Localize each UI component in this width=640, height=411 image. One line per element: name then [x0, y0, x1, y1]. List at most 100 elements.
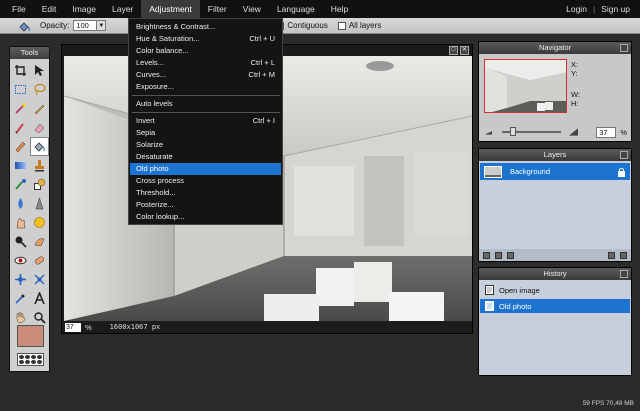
adjustment-menu: Brightness & Contrast... Hue & Saturatio…: [128, 18, 283, 225]
menu-item-label: Solarize: [136, 140, 164, 149]
move-tool-icon[interactable]: [30, 61, 49, 80]
paint-bucket-icon: [19, 21, 30, 32]
menu-filter[interactable]: Filter: [200, 0, 235, 18]
menu-item-old-photo[interactable]: Old photo: [130, 163, 281, 175]
blur-tool-icon[interactable]: [11, 194, 30, 213]
menu-item-label: Cross process: [136, 176, 184, 185]
menu-edit[interactable]: Edit: [34, 0, 65, 18]
menu-layer[interactable]: Layer: [104, 0, 141, 18]
panel-minimize-icon[interactable]: [620, 151, 628, 159]
opacity-input[interactable]: 100: [73, 20, 98, 31]
menu-item-exposure[interactable]: Exposure...: [130, 81, 281, 93]
zoom-in-icon[interactable]: [569, 128, 579, 136]
all-layers-label: All layers: [348, 21, 382, 30]
menu-adjustment[interactable]: Adjustment: [141, 0, 200, 18]
menu-file[interactable]: File: [4, 0, 34, 18]
pencil-tool-icon[interactable]: [30, 99, 49, 118]
menu-item-desaturate[interactable]: Desaturate: [130, 151, 281, 163]
delete-layer-icon[interactable]: [620, 251, 627, 259]
document-icon: [485, 285, 494, 295]
bloat-tool-icon[interactable]: [11, 270, 30, 289]
menu-image[interactable]: Image: [64, 0, 104, 18]
image-zoom-input[interactable]: 37: [65, 322, 81, 332]
menu-item-posterize[interactable]: Posterize...: [130, 199, 281, 211]
menu-language[interactable]: Language: [269, 0, 323, 18]
navigator-zoom-input[interactable]: 37: [596, 126, 617, 138]
red-eye-tool-icon[interactable]: [11, 251, 30, 270]
all-layers-checkbox[interactable]: [337, 21, 346, 30]
pinch-tool-icon[interactable]: [30, 270, 49, 289]
document-icon: [485, 301, 494, 311]
burn-tool-icon[interactable]: [30, 232, 49, 251]
layer-row[interactable]: Background: [480, 163, 630, 180]
menu-item-color-balance[interactable]: Color balance...: [130, 45, 281, 57]
history-item[interactable]: Open image: [480, 283, 630, 297]
navigator-panel: Navigator X: Y: W: H: 37 %: [478, 41, 632, 142]
lasso-tool-icon[interactable]: [30, 80, 49, 99]
close-icon[interactable]: ✕: [460, 46, 469, 55]
pattern-stamp-tool-icon[interactable]: [11, 137, 30, 156]
menu-item-brightness-contrast[interactable]: Brightness & Contrast...: [130, 21, 281, 33]
x-label: X:: [571, 60, 579, 69]
menu-item-shortcut: Ctrl + U: [249, 34, 275, 43]
smudge-tool-icon[interactable]: [11, 213, 30, 232]
navigator-thumbnail[interactable]: [484, 59, 567, 113]
layers-footer: [479, 249, 631, 261]
menu-help[interactable]: Help: [323, 0, 356, 18]
spot-heal-tool-icon[interactable]: [30, 251, 49, 270]
layer-style-icon[interactable]: [495, 251, 502, 259]
layer-link-icon[interactable]: [483, 251, 490, 259]
eraser-tool-icon[interactable]: [30, 118, 49, 137]
zoom-slider-knob[interactable]: [510, 127, 517, 136]
history-item-label: Open image: [499, 285, 540, 295]
gradient-tool-icon[interactable]: [11, 156, 30, 175]
paint-bucket-tool-icon[interactable]: [30, 137, 49, 156]
new-layer-icon[interactable]: [608, 251, 615, 259]
menu-item-auto-levels[interactable]: Auto levels: [130, 98, 281, 110]
history-panel: History Open image Old photo: [478, 267, 632, 376]
menu-item-shortcut: Ctrl + M: [248, 70, 275, 79]
type-tool-icon[interactable]: [30, 289, 49, 308]
lock-icon[interactable]: [617, 167, 626, 177]
contiguous-label: Contiguous: [287, 21, 328, 30]
menu-item-label: Posterize...: [136, 200, 174, 209]
dodge-tool-icon[interactable]: [11, 232, 30, 251]
menu-item-sepia[interactable]: Sepia: [130, 127, 281, 139]
menu-item-levels[interactable]: Levels... Ctrl + L: [130, 57, 281, 69]
history-item-active[interactable]: Old photo: [480, 299, 630, 313]
zoom-slider[interactable]: [502, 127, 562, 136]
magic-wand-tool-icon[interactable]: [11, 99, 30, 118]
sharpen-tool-icon[interactable]: [30, 194, 49, 213]
sponge-tool-icon[interactable]: [30, 213, 49, 232]
menu-item-invert[interactable]: Invert Ctrl + I: [130, 115, 281, 127]
layers-title: Layers: [543, 150, 567, 159]
signup-link[interactable]: Sign up: [595, 0, 636, 18]
brush-tool-icon[interactable]: [11, 118, 30, 137]
image-dimensions: 1600x1067 px: [109, 323, 161, 331]
maximize-icon[interactable]: □: [449, 46, 458, 55]
menu-item-curves[interactable]: Curves... Ctrl + M: [130, 69, 281, 81]
layer-mask-icon[interactable]: [507, 251, 514, 259]
brush-presets-icon[interactable]: [17, 353, 44, 366]
marquee-tool-icon[interactable]: [11, 80, 30, 99]
menu-view[interactable]: View: [235, 0, 269, 18]
login-link[interactable]: Login: [560, 0, 593, 18]
panel-minimize-icon[interactable]: [620, 270, 628, 278]
crop-tool-icon[interactable]: [11, 61, 30, 80]
menu-item-cross-process[interactable]: Cross process: [130, 175, 281, 187]
foreground-color-swatch[interactable]: [17, 325, 44, 347]
menu-item-label: Brightness & Contrast...: [136, 22, 216, 31]
y-label: Y:: [571, 69, 578, 78]
color-picker-tool-icon[interactable]: [11, 289, 30, 308]
zoom-out-icon[interactable]: [485, 129, 493, 135]
menu-item-color-lookup[interactable]: Color lookup...: [130, 211, 281, 223]
menu-item-solarize[interactable]: Solarize: [130, 139, 281, 151]
opacity-dropdown-icon[interactable]: ▼: [97, 20, 107, 31]
panel-minimize-icon[interactable]: [620, 44, 628, 52]
color-replace-tool-icon[interactable]: [11, 175, 30, 194]
drawing-tool-icon[interactable]: [30, 175, 49, 194]
menu-item-hue-saturation[interactable]: Hue & Saturation... Ctrl + U: [130, 33, 281, 45]
stamp-tool-icon[interactable]: [30, 156, 49, 175]
menu-item-threshold[interactable]: Threshold...: [130, 187, 281, 199]
layers-panel: Layers Background: [478, 148, 632, 262]
